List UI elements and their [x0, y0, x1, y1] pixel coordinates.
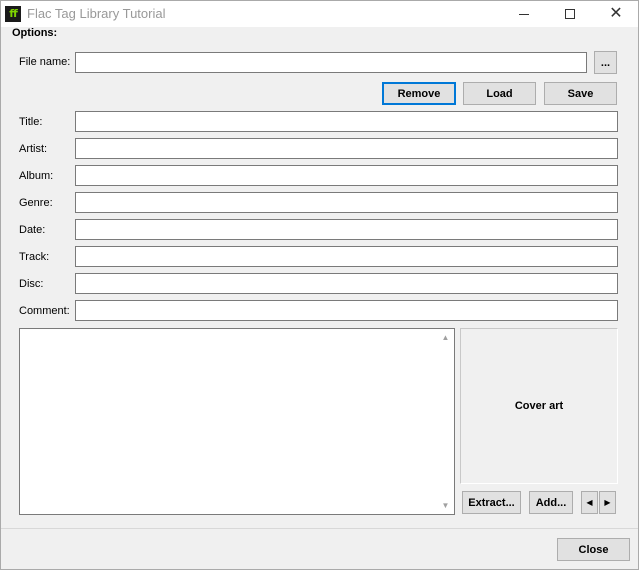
disc-input[interactable] — [75, 273, 618, 294]
genre-input[interactable] — [75, 192, 618, 213]
left-arrow-icon: ◀ — [586, 498, 593, 507]
memo-scrollbar[interactable]: ▲ ▼ — [437, 329, 454, 514]
main-window: ff Flac Tag Library Tutorial ✕ Options: … — [0, 0, 639, 570]
track-input[interactable] — [75, 246, 618, 267]
scroll-down-icon[interactable]: ▼ — [437, 497, 454, 514]
album-label: Album: — [19, 170, 54, 182]
album-input[interactable] — [75, 165, 618, 186]
title-label: Title: — [19, 116, 43, 128]
date-input[interactable] — [75, 219, 618, 240]
genre-label: Genre: — [19, 197, 53, 209]
maximize-button[interactable] — [547, 1, 593, 27]
window-title: Flac Tag Library Tutorial — [27, 6, 166, 21]
extract-button[interactable]: Extract... — [462, 491, 521, 514]
load-button[interactable]: Load — [463, 82, 536, 105]
close-button[interactable]: Close — [557, 538, 630, 561]
minimize-button[interactable] — [501, 1, 547, 27]
options-label: Options: — [12, 27, 58, 39]
disc-label: Disc: — [19, 278, 44, 290]
remove-button[interactable]: Remove — [382, 82, 456, 105]
comment-label: Comment: — [19, 305, 70, 317]
title-input[interactable] — [75, 111, 618, 132]
cover-art-panel: Cover art — [460, 328, 618, 484]
close-window-button[interactable]: ✕ — [593, 1, 639, 27]
minimize-icon — [519, 13, 529, 15]
artist-label: Artist: — [19, 143, 48, 155]
save-button[interactable]: Save — [544, 82, 617, 105]
maximize-icon — [565, 9, 575, 19]
title-bar[interactable]: ff Flac Tag Library Tutorial ✕ — [1, 1, 638, 27]
right-arrow-icon: ▶ — [604, 498, 611, 507]
comment-memo[interactable]: ▲ ▼ — [19, 328, 455, 515]
cover-art-label: Cover art — [514, 400, 564, 412]
file-name-input[interactable] — [75, 52, 587, 73]
scroll-up-icon[interactable]: ▲ — [437, 329, 454, 346]
close-icon: ✕ — [609, 5, 623, 22]
artist-input[interactable] — [75, 138, 618, 159]
date-label: Date: — [19, 224, 46, 236]
track-label: Track: — [19, 251, 50, 263]
next-cover-button[interactable]: ▶ — [599, 491, 616, 514]
browse-button[interactable]: ... — [594, 51, 617, 74]
prev-cover-button[interactable]: ◀ — [581, 491, 598, 514]
add-button[interactable]: Add... — [529, 491, 573, 514]
bottom-separator — [1, 528, 638, 529]
file-name-label: File name: — [19, 56, 71, 68]
app-icon: ff — [5, 6, 21, 22]
comment-input[interactable] — [75, 300, 618, 321]
